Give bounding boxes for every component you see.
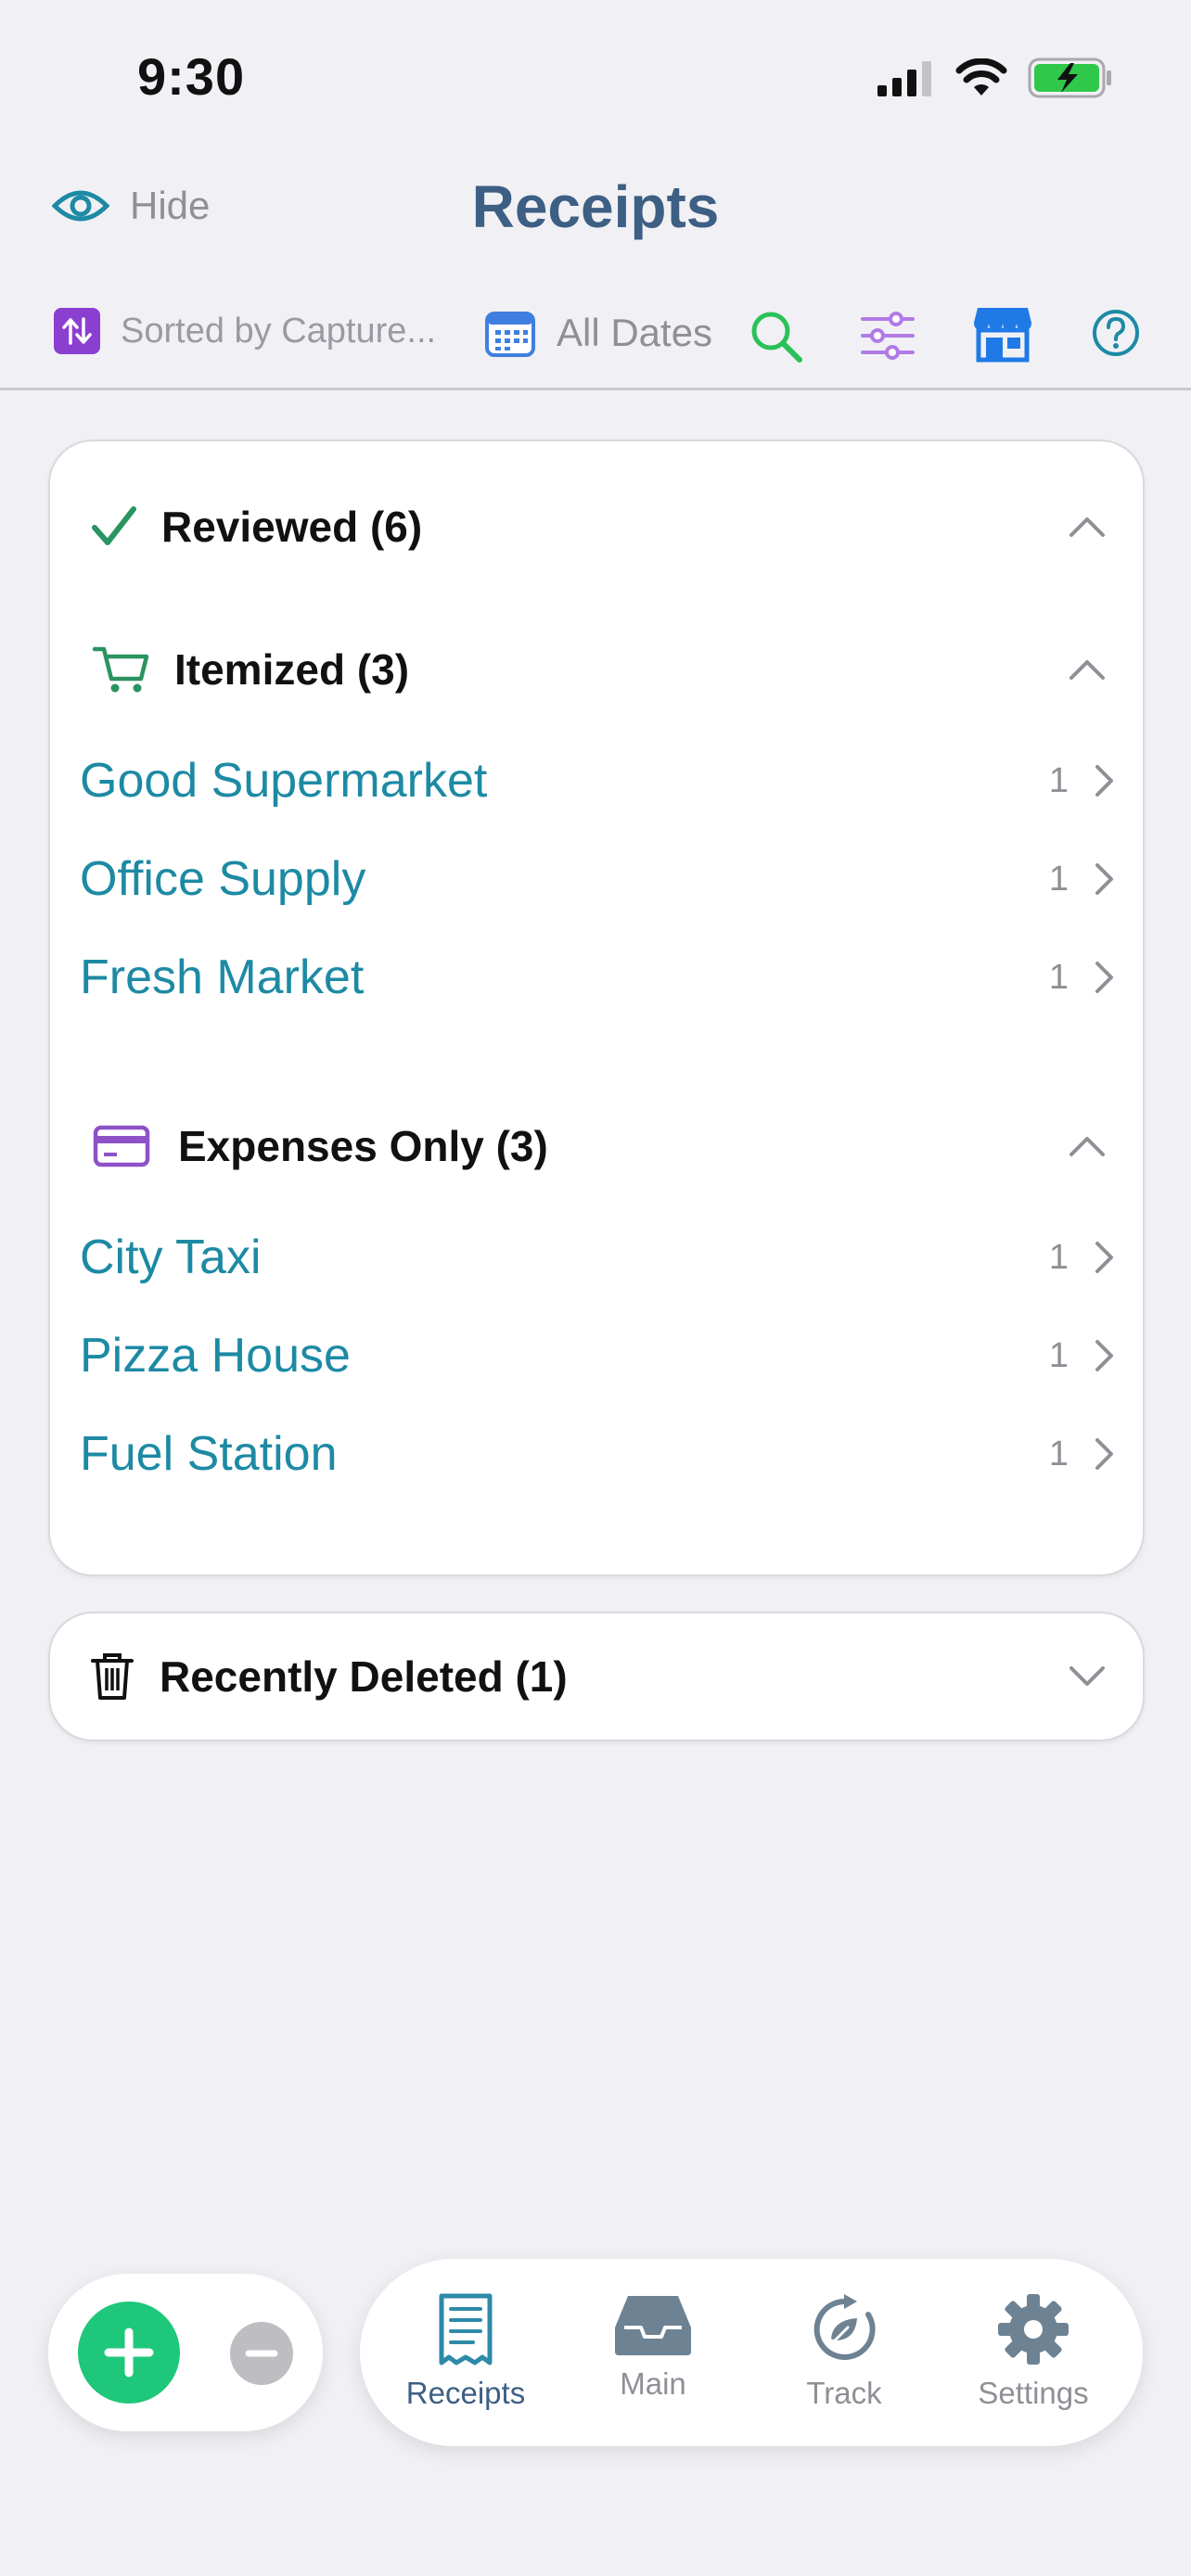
checkmark-icon (92, 506, 136, 545)
search-icon[interactable] (748, 308, 805, 365)
store-icon[interactable] (972, 302, 1033, 363)
chevron-down-icon (1069, 1666, 1105, 1686)
reviewed-card: Reviewed (6) Itemized (3) Good Supermark… (48, 440, 1145, 1576)
inbox-icon (615, 2296, 691, 2355)
toolbar: Sorted by Capture... All Dates (0, 297, 1191, 389)
item-count: 1 (1048, 1335, 1069, 1375)
list-item[interactable]: Pizza House 1 (80, 1319, 1115, 1393)
chevron-right-icon (1095, 1438, 1113, 1470)
expenses-label: Expenses Only (3) (178, 1122, 548, 1170)
recently-deleted-card[interactable]: Recently Deleted (1) (48, 1612, 1145, 1741)
merchant-name: Fuel Station (80, 1427, 338, 1481)
page-title: Receipts (471, 173, 720, 240)
tab-label: Receipts (405, 2376, 526, 2410)
list-item[interactable]: Fuel Station 1 (80, 1417, 1115, 1491)
sort-label: Sorted by Capture... (121, 311, 437, 351)
calendar-icon (485, 312, 535, 357)
chevron-up-icon (1069, 660, 1105, 680)
chevron-up-icon (1069, 1137, 1105, 1156)
chevron-right-icon (1095, 1340, 1113, 1371)
add-receipt-button[interactable] (78, 2302, 180, 2404)
chevron-right-icon (1095, 863, 1113, 895)
credit-card-icon (93, 1125, 150, 1167)
merchant-name: Good Supermarket (80, 754, 488, 808)
wifi-icon (955, 58, 1007, 96)
battery-charging-icon (1028, 57, 1111, 98)
tab-label: Settings (978, 2376, 1089, 2410)
tab-settings[interactable]: Settings (950, 2292, 1117, 2411)
cart-icon (92, 646, 149, 693)
chevron-right-icon (1095, 962, 1113, 993)
reviewed-header[interactable]: Reviewed (6) (87, 499, 1106, 555)
list-item[interactable]: City Taxi 1 (80, 1220, 1115, 1294)
remove-receipt-button[interactable] (230, 2322, 293, 2385)
track-icon (813, 2294, 876, 2360)
filter-sliders-icon[interactable] (859, 310, 916, 362)
item-count: 1 (1048, 760, 1069, 800)
tab-receipts[interactable]: Receipts (382, 2292, 549, 2411)
tab-track[interactable]: Track (761, 2292, 928, 2411)
chevron-up-icon (1069, 517, 1105, 537)
itemized-label: Itemized (3) (174, 645, 410, 694)
toolbar-divider (0, 388, 1191, 390)
trash-icon (91, 1653, 134, 1700)
receipt-icon (439, 2293, 493, 2366)
merchant-name: Office Supply (80, 852, 366, 906)
expenses-header[interactable]: Expenses Only (3) (87, 1118, 1106, 1174)
gear-icon (998, 2294, 1069, 2365)
recently-deleted-header[interactable]: Recently Deleted (1) (87, 1649, 1106, 1704)
chevron-right-icon (1095, 1242, 1113, 1273)
item-count: 1 (1048, 1237, 1069, 1277)
status-icons (876, 57, 1113, 98)
chevron-right-icon (1095, 765, 1113, 797)
date-filter-button[interactable]: All Dates (484, 308, 712, 358)
tab-label: Main (620, 2366, 686, 2401)
list-item[interactable]: Office Supply 1 (80, 842, 1115, 916)
merchant-name: City Taxi (80, 1231, 262, 1284)
status-time: 9:30 (137, 47, 246, 106)
help-icon[interactable] (1091, 308, 1141, 358)
sort-button[interactable]: Sorted by Capture... (54, 308, 436, 354)
item-count: 1 (1048, 957, 1069, 997)
merchant-name: Pizza House (80, 1329, 351, 1383)
list-item[interactable]: Good Supermarket 1 (80, 744, 1115, 818)
itemized-header[interactable]: Itemized (3) (87, 642, 1106, 697)
tab-main[interactable]: Main (570, 2292, 736, 2402)
minus-icon (245, 2350, 278, 2357)
tab-label: Track (806, 2376, 882, 2410)
add-remove-controls (48, 2274, 323, 2431)
dates-label: All Dates (557, 311, 713, 354)
item-count: 1 (1048, 859, 1069, 899)
plus-icon (104, 2327, 154, 2378)
sort-arrows-icon (54, 308, 100, 354)
merchant-name: Fresh Market (80, 950, 365, 1004)
list-item[interactable]: Fresh Market 1 (80, 940, 1115, 1014)
tab-bar: Receipts Main Track Settings (360, 2259, 1143, 2446)
reviewed-label: Reviewed (6) (161, 503, 423, 551)
item-count: 1 (1048, 1434, 1069, 1473)
recently-deleted-label: Recently Deleted (1) (160, 1652, 568, 1701)
cellular-signal-icon (877, 61, 931, 96)
